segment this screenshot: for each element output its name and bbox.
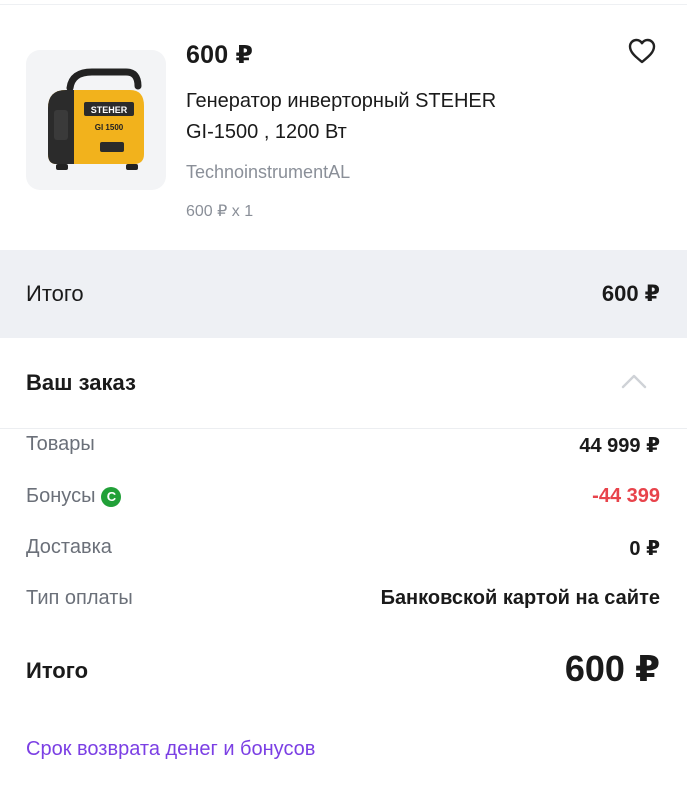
price-quantity: 600 ₽ x 1 bbox=[186, 203, 254, 220]
chevron-up-icon[interactable] bbox=[620, 372, 648, 390]
row-value: Банковской картой на сайте bbox=[380, 587, 660, 609]
product-title-line2: GI-1500 , 1200 Вт bbox=[186, 121, 347, 143]
row-value: -44 399 bbox=[592, 485, 660, 507]
grand-total-value: 600 ₽ bbox=[564, 648, 660, 689]
generator-illustration: STEHER GI 1500 bbox=[48, 68, 144, 170]
return-policy-link[interactable]: Срок возврата денег и бонусов bbox=[26, 738, 315, 761]
total-summary-band: Итого 600 ₽ bbox=[0, 250, 687, 338]
favorite-heart-icon[interactable] bbox=[626, 35, 658, 67]
order-section-header[interactable]: Ваш заказ bbox=[0, 338, 687, 426]
product-image[interactable]: STEHER GI 1500 bbox=[26, 50, 166, 190]
row-label: Доставка bbox=[26, 536, 112, 558]
model-label: GI 1500 bbox=[95, 123, 124, 132]
row-label: Бонусы С bbox=[26, 485, 122, 508]
product-price: 600 ₽ bbox=[186, 41, 254, 69]
cart-item: STEHER GI 1500 600 ₽ Генератор инверторн… bbox=[0, 20, 687, 248]
order-row-delivery: Доставка 0 ₽ bbox=[0, 536, 687, 566]
product-title-line1: Генератор инверторный STEHER bbox=[186, 90, 497, 112]
total-value: 600 ₽ bbox=[601, 281, 660, 306]
order-title: Ваш заказ bbox=[26, 370, 136, 395]
seller-name[interactable]: TechnoinstrumentAL bbox=[186, 162, 350, 183]
order-row-payment: Тип оплаты Банковской картой на сайте bbox=[0, 587, 687, 617]
product-title[interactable]: Генератор инверторный STEHER GI-1500 , 1… bbox=[186, 86, 586, 148]
row-value: 44 999 ₽ bbox=[579, 435, 660, 457]
brand-label: STEHER bbox=[91, 105, 128, 115]
order-row-goods: Товары 44 999 ₽ bbox=[0, 433, 687, 463]
row-label: Тип оплаты bbox=[26, 587, 133, 609]
row-value: 0 ₽ bbox=[629, 538, 660, 560]
total-label: Итого bbox=[26, 281, 84, 306]
top-divider bbox=[0, 4, 687, 5]
bonus-icon: С bbox=[101, 486, 122, 507]
order-row-bonuses: Бонусы С -44 399 bbox=[0, 485, 687, 515]
order-divider bbox=[0, 428, 687, 429]
row-label: Товары bbox=[26, 433, 95, 455]
grand-total-label: Итого bbox=[26, 658, 89, 683]
grand-total: Итого 600 ₽ bbox=[0, 648, 687, 698]
